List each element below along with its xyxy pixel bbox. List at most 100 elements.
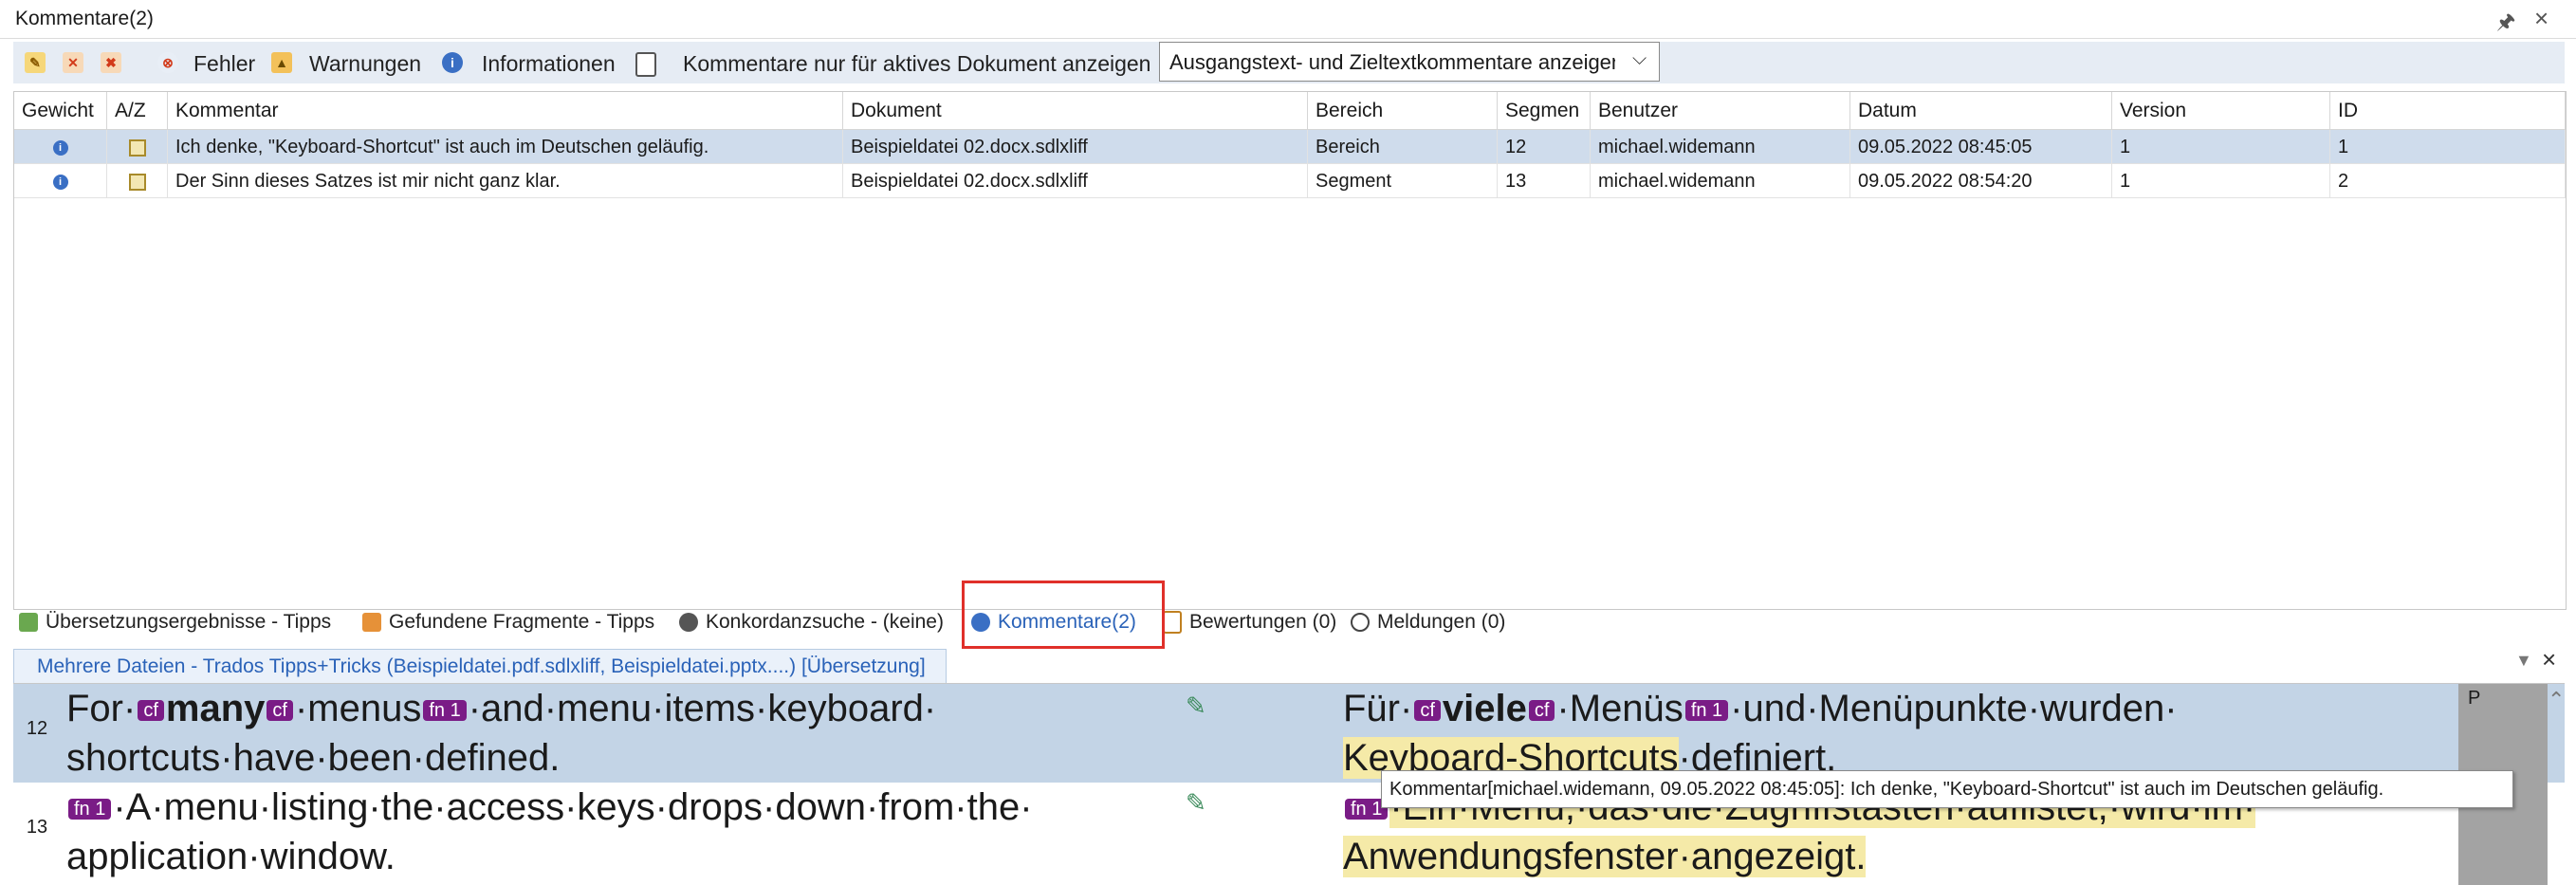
cf-tag: cf: [267, 700, 293, 722]
source-text: ·menus: [294, 688, 422, 729]
fn1-tag: fn 1: [68, 799, 112, 820]
dropdown-arrow-icon[interactable]: ▼: [2515, 651, 2532, 671]
segment-status-cell[interactable]: P: [2458, 684, 2548, 783]
pin-icon[interactable]: 🖈: [2496, 6, 2515, 42]
cf-tag: cf: [1528, 700, 1555, 722]
comment-cell: Der Sinn dieses Satzes ist mir nicht gan…: [168, 164, 843, 198]
close-icon[interactable]: ×: [2534, 4, 2548, 33]
column-header-user[interactable]: Benutzer: [1591, 92, 1850, 130]
target-text: ·Menüs: [1556, 688, 1684, 729]
editor-document-tab[interactable]: Mehrere Dateien - Trados Tipps+Tricks (B…: [13, 649, 947, 685]
table-row[interactable]: i Ich denke, "Keyboard-Shortcut" ist auc…: [14, 130, 2566, 164]
comment-scope-select[interactable]: Ausgangstext- und Zieltextkommentare anz…: [1159, 42, 1660, 82]
info-icon: i: [52, 174, 68, 190]
segment-number: 13: [26, 817, 48, 838]
fn1-tag: fn 1: [423, 700, 467, 722]
tab-translation-results[interactable]: Übersetzungsergebnisse - Tipps: [19, 611, 331, 634]
info-icon: i: [52, 139, 68, 156]
target-text: Für·: [1343, 688, 1413, 729]
segment-number: 12: [26, 718, 48, 739]
source-line: shortcuts·have·been·defined.: [66, 733, 1178, 783]
segment-cell: 13: [1498, 164, 1591, 198]
error-icon[interactable]: ⊗: [157, 52, 178, 73]
document-cell: Beispieldatei 02.docx.sdlxliff: [843, 164, 1308, 198]
fragments-icon: [362, 613, 381, 633]
info-icon[interactable]: i: [442, 52, 463, 73]
column-header-weight[interactable]: Gewicht: [14, 92, 107, 130]
column-header-id[interactable]: ID: [2330, 92, 2566, 130]
tab-concordance[interactable]: Konkordanzsuche - (keine): [679, 611, 944, 634]
source-text: For·: [66, 688, 137, 729]
binoculars-icon: [679, 613, 698, 633]
source-text: ·A·menu·listing·the·access·keys·drops·do…: [113, 786, 1033, 828]
id-cell: 2: [2330, 164, 2566, 198]
info-filter[interactable]: Informationen: [482, 51, 616, 77]
errors-filter[interactable]: Fehler: [193, 51, 255, 77]
bottom-tab-strip: Übersetzungsergebnisse - Tipps Gefundene…: [0, 603, 2576, 645]
translation-results-icon: [19, 613, 38, 633]
comments-table: Gewicht A/Z Kommentar Dokument Bereich S…: [13, 91, 2567, 610]
warning-icon[interactable]: ▲: [271, 52, 292, 73]
comment-scope-value: Ausgangstext- und Zieltextkommentare anz…: [1169, 50, 1615, 74]
source-line: fn 1 ·A·menu·listing·the·access·keys·drop…: [66, 783, 1178, 832]
column-header-az[interactable]: A/Z: [107, 92, 168, 130]
document-cell: Beispieldatei 02.docx.sdlxliff: [843, 130, 1308, 164]
document-icon[interactable]: [635, 52, 656, 77]
comment-cell: Ich denke, "Keyboard-Shortcut" ist auch …: [168, 130, 843, 164]
cf-tag: cf: [138, 700, 164, 722]
tab-label: Konkordanzsuche - (keine): [706, 611, 944, 633]
column-header-document[interactable]: Dokument: [843, 92, 1308, 130]
target-text: ·und·Menüpunkte·wurden·: [1730, 688, 2178, 729]
user-cell: michael.widemann: [1591, 130, 1850, 164]
segment-status: P: [2468, 688, 2481, 709]
target-bold-text: viele: [1442, 688, 1527, 729]
cf-tag: cf: [1414, 700, 1441, 722]
segment-cell: 12: [1498, 130, 1591, 164]
scroll-up-icon[interactable]: ⌃: [2548, 688, 2565, 712]
alert-icon: [1351, 613, 1370, 633]
version-cell: 1: [2112, 164, 2330, 198]
clipboard-icon: [1163, 611, 1182, 635]
column-header-version[interactable]: Version: [2112, 92, 2330, 130]
panel-title: Kommentare(2): [15, 8, 154, 29]
user-cell: michael.widemann: [1591, 164, 1850, 198]
tab-label: Meldungen (0): [1377, 611, 1506, 633]
comment-tooltip-text: Kommentar[michael.widemann, 09.05.2022 0…: [1389, 779, 2384, 800]
warnings-filter[interactable]: Warnungen: [309, 51, 421, 77]
tab-messages[interactable]: Meldungen (0): [1351, 611, 1505, 634]
delete-all-comments-icon[interactable]: ✖: [101, 52, 121, 73]
edit-pencil-icon[interactable]: ✎: [1186, 788, 1206, 818]
edit-comment-icon[interactable]: ✎: [25, 52, 46, 73]
target-cell[interactable]: Für· cf viele cf ·Menüs fn 1 ·und·Menüpunkte·w…: [1343, 684, 2456, 783]
tab-label: Bewertungen (0): [1189, 611, 1337, 633]
source-cell[interactable]: fn 1 ·A·menu·listing·the·access·keys·drop…: [66, 783, 1178, 885]
target-comment-icon: [128, 138, 146, 157]
editor-document-title: Mehrere Dateien - Trados Tipps+Tricks (B…: [37, 655, 926, 677]
source-text: application·window.: [66, 836, 396, 877]
source-text: shortcuts·have·been·defined.: [66, 737, 561, 779]
scope-cell: Segment: [1308, 164, 1498, 198]
column-header-comment[interactable]: Kommentar: [168, 92, 843, 130]
column-header-segment[interactable]: Segmen: [1498, 92, 1591, 130]
comment-tooltip: Kommentar[michael.widemann, 09.05.2022 0…: [1381, 770, 2513, 808]
date-cell: 09.05.2022 08:54:20: [1850, 164, 2112, 198]
tab-label: Übersetzungsergebnisse - Tipps: [46, 611, 332, 633]
tab-label: Gefundene Fragmente - Tipps: [389, 611, 655, 633]
tab-fragments[interactable]: Gefundene Fragmente - Tipps: [362, 611, 654, 634]
source-cell[interactable]: For· cf many cf ·menus fn 1 ·and·menu·items·ke…: [66, 684, 1178, 783]
source-line: application·window.: [66, 832, 1178, 881]
close-editor-icon[interactable]: ×: [2542, 645, 2556, 674]
source-line: For· cf many cf ·menus fn 1 ·and·menu·items·ke…: [66, 684, 1178, 733]
edit-pencil-icon[interactable]: ✎: [1186, 691, 1206, 721]
panel-titlebar: Kommentare(2) 🖈 ×: [0, 0, 2576, 39]
tab-ratings[interactable]: Bewertungen (0): [1163, 611, 1337, 635]
fn1-tag: fn 1: [1684, 700, 1729, 722]
table-row[interactable]: i Der Sinn dieses Satzes ist mir nicht g…: [14, 164, 2566, 198]
source-text: ·and·menu·items·keyboard·: [468, 688, 937, 729]
id-cell: 1: [2330, 130, 2566, 164]
column-header-date[interactable]: Datum: [1850, 92, 2112, 130]
active-document-toggle[interactable]: Kommentare nur für aktives Dokument anze…: [683, 51, 1150, 77]
segment-row[interactable]: 12 For· cf many cf ·menus fn 1 ·and·menu·items…: [13, 684, 2565, 783]
delete-comment-icon[interactable]: ✕: [63, 52, 83, 73]
column-header-scope[interactable]: Bereich: [1308, 92, 1498, 130]
